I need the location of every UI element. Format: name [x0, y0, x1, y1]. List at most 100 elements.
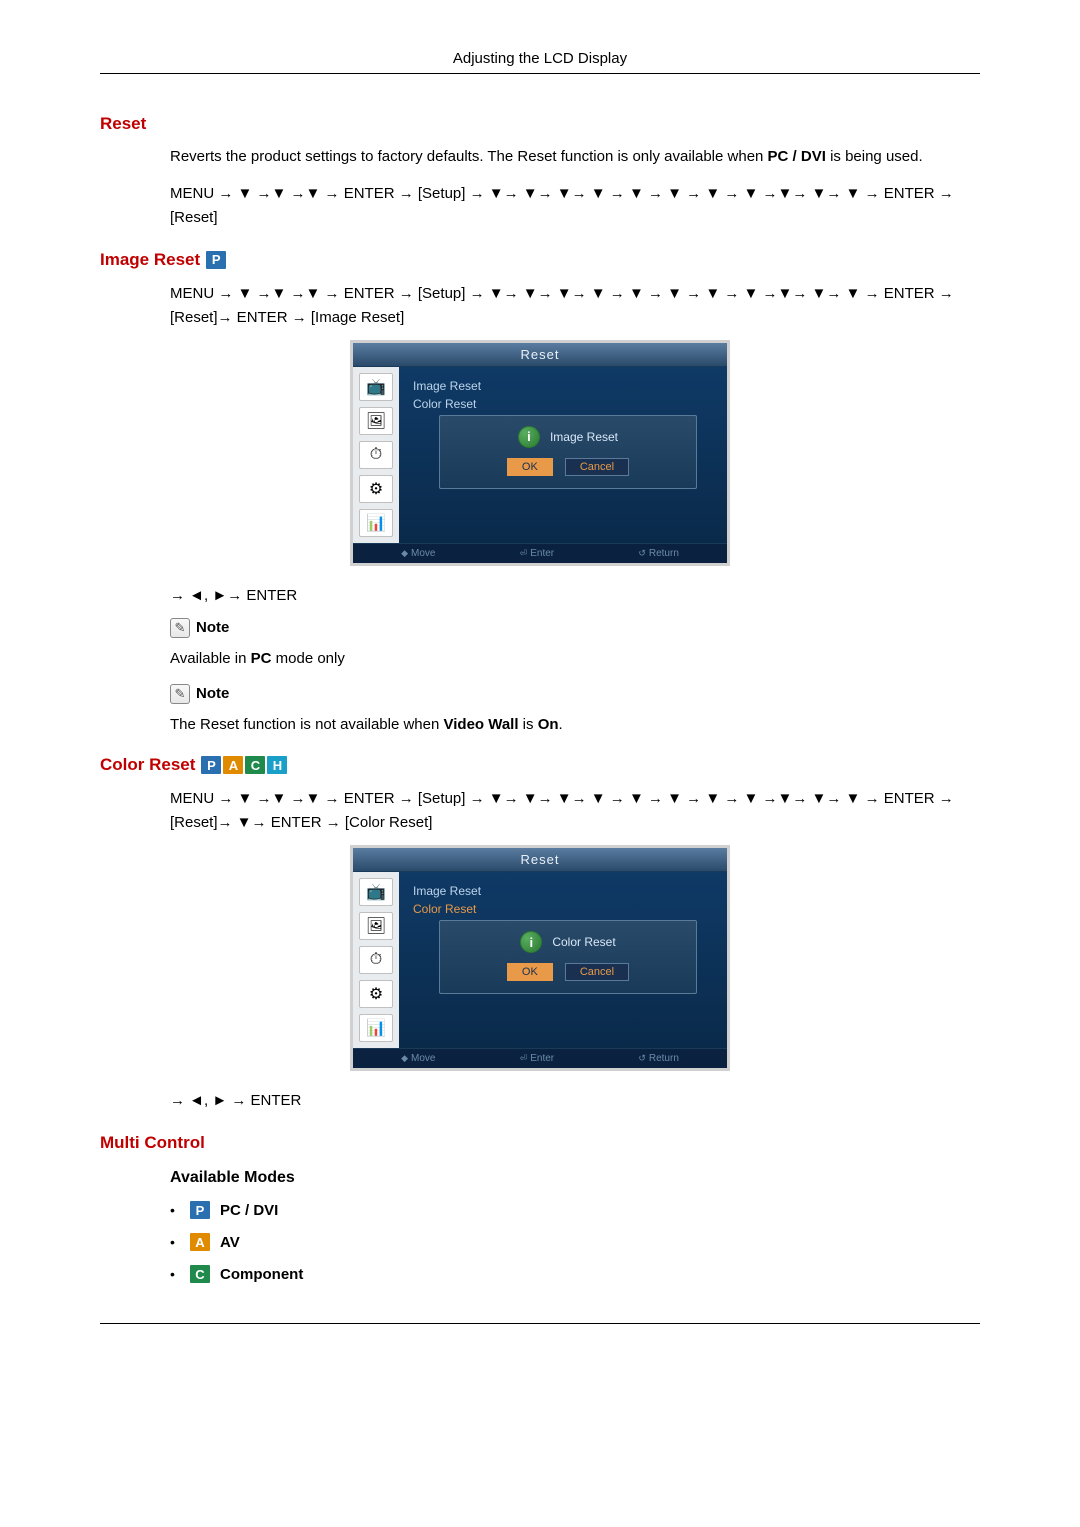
- note2-text: The Reset function is not available when…: [170, 714, 980, 736]
- color-reset-nav-path: MENU → ▼ →▼ →▼ → ENTER → [Setup] → ▼→ ▼→…: [170, 787, 980, 835]
- osd-side-icon-multi: 📊: [359, 1014, 393, 1042]
- footer-return: Return: [649, 1053, 679, 1064]
- note2-b2: On: [538, 716, 559, 733]
- osd-footer: ◆Move ⏎Enter ↺Return: [353, 543, 727, 563]
- list-item: C Component: [170, 1265, 980, 1283]
- footer-return: Return: [649, 548, 679, 559]
- reset-desc-post: is being used.: [826, 148, 923, 165]
- heading-color-reset: Color Reset P A C H: [100, 755, 980, 775]
- note-row: ✎ Note: [170, 684, 980, 704]
- osd-titlebar: Reset: [353, 343, 727, 367]
- mode-badge-p-icon: P: [190, 1201, 210, 1219]
- note-icon: ✎: [170, 684, 190, 704]
- osd-cancel-button[interactable]: Cancel: [565, 963, 629, 981]
- footer-move: Move: [411, 548, 435, 559]
- osd-dialog-title: Image Reset: [550, 430, 618, 444]
- page-header: Adjusting the LCD Display: [100, 50, 980, 74]
- mode-badge-a-icon: A: [190, 1233, 210, 1251]
- osd-titlebar: Reset: [353, 848, 727, 872]
- reset-description: Reverts the product settings to factory …: [170, 146, 980, 168]
- osd-color-reset: Reset 📺 🖼 ⏱ ⚙ 📊 Image Reset Color Reset …: [350, 845, 730, 1071]
- mode-badge-p-icon: P: [201, 756, 221, 774]
- move-icon: ◆: [401, 548, 408, 559]
- osd-side-icon-sound: ⏱: [359, 946, 393, 974]
- mode-label: AV: [220, 1234, 240, 1251]
- move-icon: ◆: [401, 1053, 408, 1064]
- osd-side-icon-input: 📺: [359, 373, 393, 401]
- footer-move: Move: [411, 1053, 435, 1064]
- osd-confirm-dialog: i Color Reset OK Cancel: [439, 920, 697, 994]
- note-label: Note: [196, 685, 229, 702]
- reset-desc-bold: PC / DVI: [768, 148, 826, 165]
- osd-sidebar: 📺 🖼 ⏱ ⚙ 📊: [353, 872, 399, 1048]
- list-item: P PC / DVI: [170, 1201, 980, 1219]
- osd-side-icon-sound: ⏱: [359, 441, 393, 469]
- heading-color-reset-text: Color Reset: [100, 755, 195, 775]
- osd-side-icon-multi: 📊: [359, 509, 393, 537]
- osd-cancel-button[interactable]: Cancel: [565, 458, 629, 476]
- image-reset-after-path: → ◄, ►→ ENTER: [170, 584, 980, 608]
- info-icon: i: [520, 931, 542, 953]
- note2-pre: The Reset function is not available when: [170, 716, 444, 733]
- return-icon: ↺: [638, 1053, 646, 1064]
- osd-side-icon-picture: 🖼: [359, 912, 393, 940]
- footer-rule: [100, 1323, 980, 1324]
- osd-side-icon-setup: ⚙: [359, 475, 393, 503]
- footer-enter: Enter: [530, 548, 554, 559]
- mode-badge-h-icon: H: [267, 756, 287, 774]
- osd-menu-item[interactable]: Image Reset: [413, 377, 713, 395]
- mode-label: PC / DVI: [220, 1202, 278, 1219]
- enter-icon: ⏎: [520, 548, 528, 559]
- osd-main: Image Reset Color Reset i Image Reset OK…: [399, 367, 727, 543]
- note1-post: mode only: [271, 650, 344, 667]
- heading-multi-control: Multi Control: [100, 1133, 980, 1153]
- mode-badge-a-icon: A: [223, 756, 243, 774]
- image-reset-mode-badges: P: [206, 251, 226, 269]
- note2-post: .: [559, 716, 563, 733]
- reset-nav-path: MENU → ▼ →▼ →▼ → ENTER → [Setup] → ▼→ ▼→…: [170, 182, 980, 230]
- color-reset-after-path: → ◄, ► → ENTER: [170, 1089, 980, 1113]
- osd-body: 📺 🖼 ⏱ ⚙ 📊 Image Reset Color Reset i Colo…: [353, 872, 727, 1048]
- note2-b1: Video Wall: [444, 716, 519, 733]
- mode-badge-c-icon: C: [190, 1265, 210, 1283]
- mode-badge-c-icon: C: [245, 756, 265, 774]
- subheading-available-modes: Available Modes: [170, 1169, 980, 1187]
- osd-side-icon-input: 📺: [359, 878, 393, 906]
- note2-mid: is: [519, 716, 538, 733]
- osd-dialog-title: Color Reset: [552, 935, 615, 949]
- osd-image-reset: Reset 📺 🖼 ⏱ ⚙ 📊 Image Reset Color Reset …: [350, 340, 730, 566]
- note-label: Note: [196, 619, 229, 636]
- osd-ok-button[interactable]: OK: [507, 963, 553, 981]
- note-row: ✎ Note: [170, 618, 980, 638]
- enter-icon: ⏎: [520, 1053, 528, 1064]
- reset-desc-pre: Reverts the product settings to factory …: [170, 148, 768, 165]
- heading-reset-text: Reset: [100, 114, 146, 134]
- note1-bold: PC: [251, 650, 272, 667]
- note1-text: Available in PC mode only: [170, 648, 980, 670]
- osd-menu-item[interactable]: Color Reset: [413, 395, 713, 413]
- osd-side-icon-picture: 🖼: [359, 407, 393, 435]
- info-icon: i: [518, 426, 540, 448]
- osd-body: 📺 🖼 ⏱ ⚙ 📊 Image Reset Color Reset i Imag…: [353, 367, 727, 543]
- heading-image-reset-text: Image Reset: [100, 250, 200, 270]
- osd-side-icon-setup: ⚙: [359, 980, 393, 1008]
- list-item: A AV: [170, 1233, 980, 1251]
- osd-menu-item-selected[interactable]: Color Reset: [413, 900, 713, 918]
- mode-badge-p-icon: P: [206, 251, 226, 269]
- osd-menu-item[interactable]: Image Reset: [413, 882, 713, 900]
- osd-footer: ◆Move ⏎Enter ↺Return: [353, 1048, 727, 1068]
- heading-reset: Reset: [100, 114, 980, 134]
- note-icon: ✎: [170, 618, 190, 638]
- osd-ok-button[interactable]: OK: [507, 458, 553, 476]
- color-reset-mode-badges: P A C H: [201, 756, 287, 774]
- osd-sidebar: 📺 🖼 ⏱ ⚙ 📊: [353, 367, 399, 543]
- osd-main: Image Reset Color Reset i Color Reset OK…: [399, 872, 727, 1048]
- mode-label: Component: [220, 1266, 303, 1283]
- available-modes-list: P PC / DVI A AV C Component: [170, 1201, 980, 1283]
- heading-image-reset: Image Reset P: [100, 250, 980, 270]
- footer-enter: Enter: [530, 1053, 554, 1064]
- osd-confirm-dialog: i Image Reset OK Cancel: [439, 415, 697, 489]
- return-icon: ↺: [638, 548, 646, 559]
- note1-pre: Available in: [170, 650, 251, 667]
- image-reset-nav-path: MENU → ▼ →▼ →▼ → ENTER → [Setup] → ▼→ ▼→…: [170, 282, 980, 330]
